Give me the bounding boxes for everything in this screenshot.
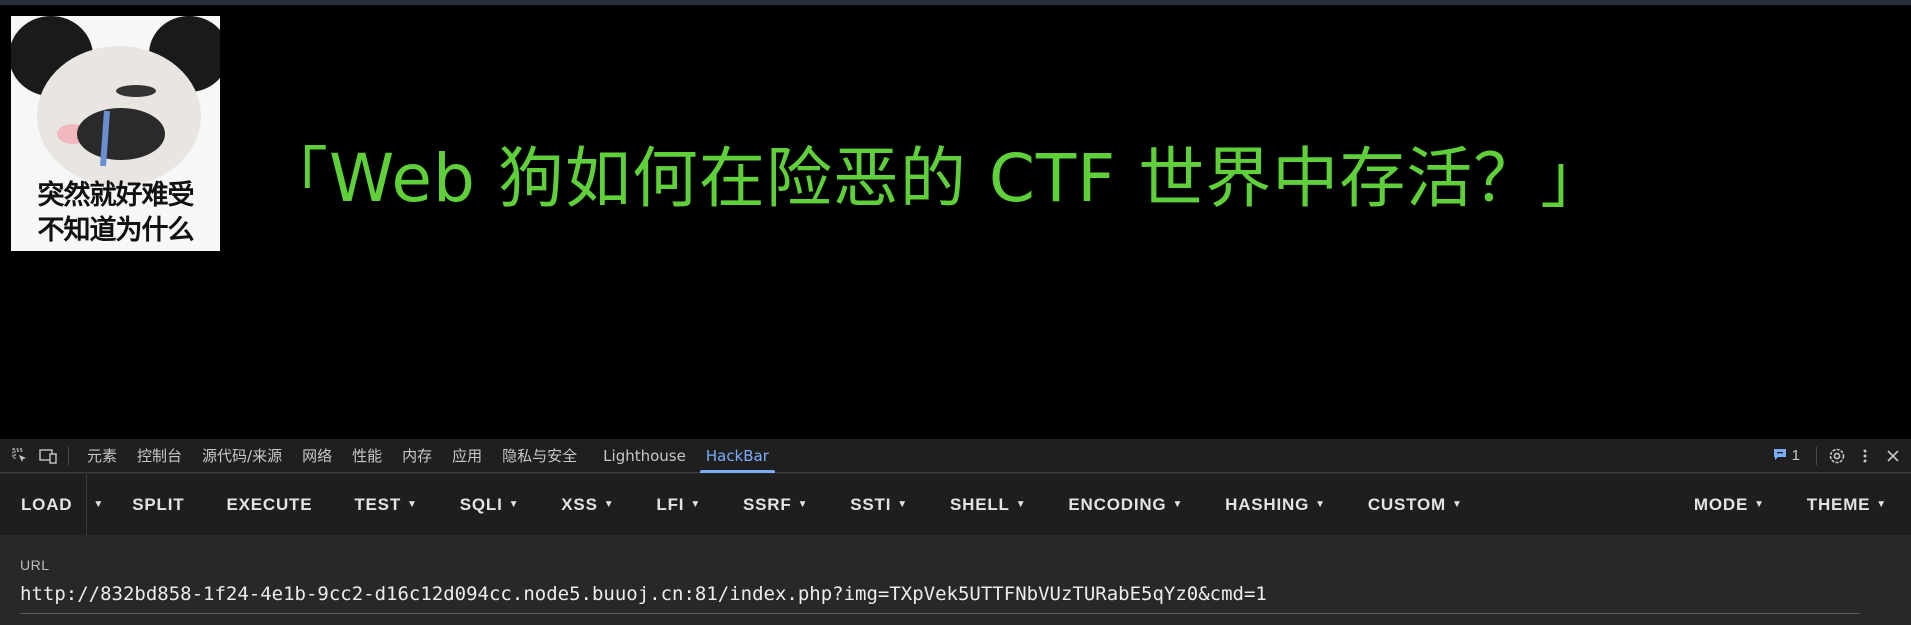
chevron-down-icon: ▼ [603, 499, 615, 510]
mode-menu[interactable]: MODE ▼ [1673, 474, 1786, 535]
chevron-down-icon: ▼ [508, 499, 520, 510]
issues-icon [1773, 448, 1787, 464]
tab-elements[interactable]: 元素 [77, 439, 127, 473]
tab-sources[interactable]: 源代码/来源 [192, 439, 292, 473]
execute-button[interactable]: EXECUTE [205, 474, 333, 535]
xss-menu[interactable]: XSS ▼ [540, 474, 635, 535]
test-menu-label: TEST [354, 494, 402, 514]
lfi-menu-label: LFI [656, 494, 685, 514]
ssrf-menu[interactable]: SSRF ▼ [722, 474, 829, 535]
ssrf-menu-label: SSRF [743, 494, 792, 514]
devtools-tabbar: 元素 控制台 源代码/来源 网络 性能 内存 应用 隐私与安全 Lighthou… [0, 439, 1911, 473]
toolbar-divider [68, 446, 69, 465]
sqli-menu[interactable]: SQLI ▼ [439, 474, 541, 535]
hashing-menu-label: HASHING [1225, 494, 1310, 514]
url-panel: URL http://832bd858-1f24-4e1b-9cc2-d16c1… [0, 535, 1911, 625]
tab-performance[interactable]: 性能 [342, 439, 392, 473]
encoding-menu[interactable]: ENCODING ▼ [1047, 474, 1204, 535]
meme-caption-line1: 突然就好难受 [37, 180, 195, 211]
chevron-down-icon: ▼ [1172, 499, 1184, 510]
tab-console[interactable]: 控制台 [127, 439, 192, 473]
chevron-down-icon: ▼ [1315, 499, 1326, 510]
hashing-menu[interactable]: HASHING ▼ [1204, 474, 1347, 535]
url-input[interactable]: http://832bd858-1f24-4e1b-9cc2-d16c12d09… [20, 583, 1860, 605]
sqli-menu-label: SQLI [459, 494, 503, 514]
shell-menu[interactable]: SHELL ▼ [929, 474, 1047, 535]
ssti-menu-label: SSTI [850, 494, 892, 514]
encoding-menu-label: ENCODING [1068, 494, 1167, 514]
tab-application[interactable]: 应用 [442, 439, 492, 473]
tab-memory[interactable]: 内存 [392, 439, 442, 473]
split-button[interactable]: SPLIT [111, 474, 205, 535]
tab-network[interactable]: 网络 [292, 439, 342, 473]
mode-menu-label: MODE [1693, 494, 1749, 514]
chevron-down-icon: ▼ [1754, 499, 1765, 510]
load-button[interactable]: LOAD [0, 474, 86, 535]
more-vertical-icon[interactable] [1851, 439, 1879, 473]
devtools-right-controls: 1 [1763, 439, 1911, 473]
custom-menu-label: CUSTOM [1367, 494, 1446, 514]
issues-count: 1 [1791, 447, 1800, 464]
device-toggle-icon[interactable] [34, 439, 62, 473]
meme-caption-line2: 不知道为什么 [37, 215, 195, 246]
issues-counter[interactable]: 1 [1763, 447, 1810, 464]
chevron-down-icon: ▼ [407, 499, 418, 510]
load-dropdown-caret-icon[interactable]: ▼ [86, 474, 111, 535]
custom-menu[interactable]: CUSTOM ▼ [1347, 474, 1484, 535]
close-icon[interactable] [1879, 439, 1907, 473]
test-menu[interactable]: TEST ▼ [333, 474, 438, 535]
theme-menu-label: THEME [1806, 494, 1871, 514]
chevron-down-icon: ▼ [1452, 499, 1463, 510]
theme-menu[interactable]: THEME ▼ [1786, 474, 1911, 535]
xss-menu-label: XSS [561, 494, 598, 514]
web-page: 突然就好难受 不知道为什么 「Web 狗如何在险恶的 CTF 世界中存活？」 [0, 5, 1911, 439]
page-headline: 「Web 狗如何在险恶的 CTF 世界中存活？」 [262, 140, 1608, 217]
ssti-menu[interactable]: SSTI ▼ [829, 474, 929, 535]
tab-lighthouse[interactable]: Lighthouse [593, 439, 696, 473]
chevron-down-icon: ▼ [897, 499, 908, 510]
toolbar-divider [1816, 446, 1817, 465]
devtools-panel: 元素 控制台 源代码/来源 网络 性能 内存 应用 隐私与安全 Lighthou… [0, 439, 1911, 625]
tab-privacy-security[interactable]: 隐私与安全 [492, 439, 587, 473]
chevron-down-icon: ▼ [1876, 499, 1887, 510]
url-input-underline [20, 613, 1860, 614]
tab-hackbar[interactable]: HackBar [696, 439, 779, 473]
chevron-down-icon: ▼ [797, 499, 809, 510]
chevron-down-icon: ▼ [690, 499, 702, 510]
chevron-down-icon: ▼ [1015, 499, 1027, 510]
url-field-label: URL [20, 557, 50, 573]
settings-gear-icon[interactable] [1823, 439, 1851, 473]
inspect-element-icon[interactable] [6, 439, 34, 473]
meme-caption: 突然就好难受 不知道为什么 [11, 178, 220, 248]
hackbar-toolbar: LOAD ▼ SPLIT EXECUTE TEST ▼ SQLI ▼ XSS ▼ LF… [0, 474, 1911, 535]
shell-menu-label: SHELL [949, 494, 1010, 514]
lfi-menu[interactable]: LFI ▼ [635, 474, 722, 535]
panda-meme-image: 突然就好难受 不知道为什么 [11, 16, 220, 251]
